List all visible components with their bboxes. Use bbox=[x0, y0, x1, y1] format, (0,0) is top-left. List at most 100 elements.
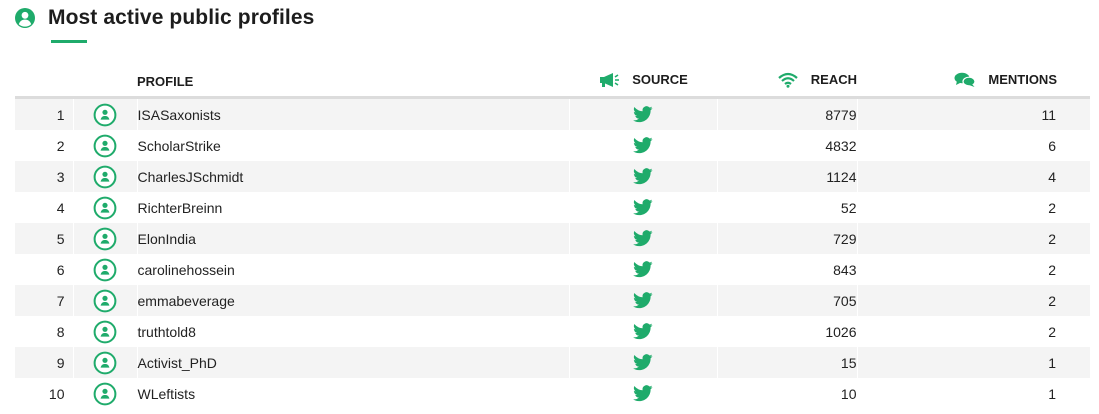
twitter-icon bbox=[633, 385, 653, 402]
table-row[interactable]: 2 ScholarStrike 4832 6 bbox=[15, 130, 1090, 161]
reach-value: 843 bbox=[833, 261, 857, 278]
source-cell bbox=[569, 378, 718, 409]
profile-name[interactable]: ISASaxonists bbox=[138, 107, 221, 123]
reach-cell: 4832 bbox=[717, 130, 858, 161]
profile-name[interactable]: CharlesJSchmidt bbox=[138, 169, 244, 185]
rank-value: 10 bbox=[48, 385, 65, 402]
reach-cell: 1026 bbox=[717, 316, 858, 347]
source-cell bbox=[569, 285, 718, 316]
rank-value: 4 bbox=[56, 199, 65, 216]
profile-name[interactable]: truthtold8 bbox=[138, 324, 196, 340]
avatar-cell bbox=[73, 223, 138, 254]
rank-cell: 4 bbox=[15, 192, 74, 223]
rank-cell: 10 bbox=[15, 378, 74, 409]
rank-value: 7 bbox=[56, 292, 65, 309]
profile-cell[interactable]: ISASaxonists bbox=[137, 97, 570, 130]
profile-cell[interactable]: carolinehossein bbox=[137, 254, 570, 285]
profile-name[interactable]: WLeftists bbox=[138, 386, 196, 402]
avatar-icon bbox=[93, 134, 117, 157]
mentions-cell: 2 bbox=[857, 285, 1090, 316]
rank-value: 2 bbox=[56, 137, 65, 154]
rank-cell: 3 bbox=[15, 161, 74, 192]
rank-cell: 9 bbox=[15, 347, 74, 378]
profile-cell[interactable]: emmabeverage bbox=[137, 285, 570, 316]
reach-header[interactable]: REACH bbox=[717, 66, 857, 99]
avatar-cell bbox=[73, 254, 138, 285]
reach-value: 1124 bbox=[826, 168, 857, 185]
table-row[interactable]: 9 Activist_PhD 15 1 bbox=[15, 347, 1090, 378]
avatar-icon bbox=[93, 289, 117, 312]
profile-cell[interactable]: ScholarStrike bbox=[137, 130, 570, 161]
avatar-cell bbox=[73, 316, 138, 347]
mentions-cell: 6 bbox=[857, 130, 1090, 161]
mentions-value: 2 bbox=[1048, 261, 1056, 278]
twitter-icon bbox=[633, 261, 653, 278]
mentions-cell: 2 bbox=[857, 223, 1090, 254]
mentions-header[interactable]: MENTIONS bbox=[857, 66, 1090, 99]
table-row[interactable]: 10 WLeftists 10 1 bbox=[15, 378, 1090, 409]
profile-name[interactable]: emmabeverage bbox=[138, 293, 235, 309]
profile-cell[interactable]: truthtold8 bbox=[137, 316, 570, 347]
profile-cell[interactable]: ElonIndia bbox=[137, 223, 570, 254]
mentions-cell: 2 bbox=[857, 192, 1090, 223]
avatar-icon bbox=[93, 382, 117, 405]
reach-cell: 10 bbox=[717, 378, 858, 409]
mentions-value: 2 bbox=[1048, 292, 1056, 309]
source-cell bbox=[569, 223, 718, 254]
profile-header[interactable]: PROFILE bbox=[137, 66, 569, 99]
rank-cell: 1 bbox=[15, 97, 74, 130]
profile-name[interactable]: Activist_PhD bbox=[138, 355, 217, 371]
reach-cell: 843 bbox=[717, 254, 858, 285]
rank-value: 6 bbox=[56, 261, 65, 278]
mentions-header-label: MENTIONS bbox=[988, 72, 1057, 87]
table-header-row: PROFILE SOURCE REACH MENTIONS bbox=[15, 66, 1090, 99]
profile-name[interactable]: ScholarStrike bbox=[138, 138, 221, 154]
avatar-header bbox=[73, 66, 137, 99]
profile-header-label: PROFILE bbox=[137, 73, 194, 89]
mentions-value: 2 bbox=[1048, 199, 1056, 216]
avatar-icon bbox=[93, 258, 117, 281]
avatar-cell bbox=[73, 97, 138, 130]
rank-cell: 6 bbox=[15, 254, 74, 285]
profile-cell[interactable]: RichterBreinn bbox=[137, 192, 570, 223]
reach-cell: 705 bbox=[717, 285, 858, 316]
table-row[interactable]: 5 ElonIndia 729 2 bbox=[15, 223, 1090, 254]
avatar-cell bbox=[73, 192, 138, 223]
reach-value: 1026 bbox=[825, 323, 857, 340]
source-header[interactable]: SOURCE bbox=[569, 66, 717, 99]
widget-title: Most active public profiles bbox=[48, 6, 315, 29]
source-header-label: SOURCE bbox=[632, 72, 688, 87]
reach-value: 15 bbox=[840, 354, 857, 371]
mentions-cell: 1 bbox=[857, 378, 1090, 409]
profile-cell[interactable]: WLeftists bbox=[137, 378, 570, 409]
rank-header bbox=[15, 66, 73, 99]
source-cell bbox=[569, 97, 718, 130]
profile-cell[interactable]: CharlesJSchmidt bbox=[137, 161, 570, 192]
table-row[interactable]: 3 CharlesJSchmidt 1124 4 bbox=[15, 161, 1090, 192]
mentions-cell: 1 bbox=[857, 347, 1090, 378]
avatar-icon bbox=[93, 227, 117, 250]
table-row[interactable]: 1 ISASaxonists 8779 11 bbox=[15, 97, 1090, 130]
mentions-cell: 4 bbox=[857, 161, 1090, 192]
source-cell bbox=[569, 254, 718, 285]
profile-name[interactable]: ElonIndia bbox=[138, 231, 196, 247]
table-row[interactable]: 8 truthtold8 1026 2 bbox=[15, 316, 1090, 347]
source-cell bbox=[569, 161, 718, 192]
table-row[interactable]: 7 emmabeverage 705 2 bbox=[15, 285, 1090, 316]
avatar-icon bbox=[93, 351, 117, 374]
rank-value: 5 bbox=[56, 230, 65, 247]
avatar-cell bbox=[73, 378, 138, 409]
profile-name[interactable]: RichterBreinn bbox=[138, 200, 223, 216]
table-row[interactable]: 4 RichterBreinn 52 2 bbox=[15, 192, 1090, 223]
table-row[interactable]: 6 carolinehossein 843 2 bbox=[15, 254, 1090, 285]
title-underline bbox=[51, 40, 87, 43]
rank-cell: 2 bbox=[15, 130, 74, 161]
avatar-icon bbox=[93, 103, 117, 126]
reach-value: 10 bbox=[840, 385, 857, 402]
mentions-value: 1 bbox=[1048, 354, 1056, 371]
reach-cell: 8779 bbox=[717, 97, 858, 130]
profile-name[interactable]: carolinehossein bbox=[138, 262, 235, 278]
mentions-cell: 2 bbox=[857, 316, 1090, 347]
twitter-icon bbox=[633, 323, 653, 340]
profile-cell[interactable]: Activist_PhD bbox=[137, 347, 570, 378]
